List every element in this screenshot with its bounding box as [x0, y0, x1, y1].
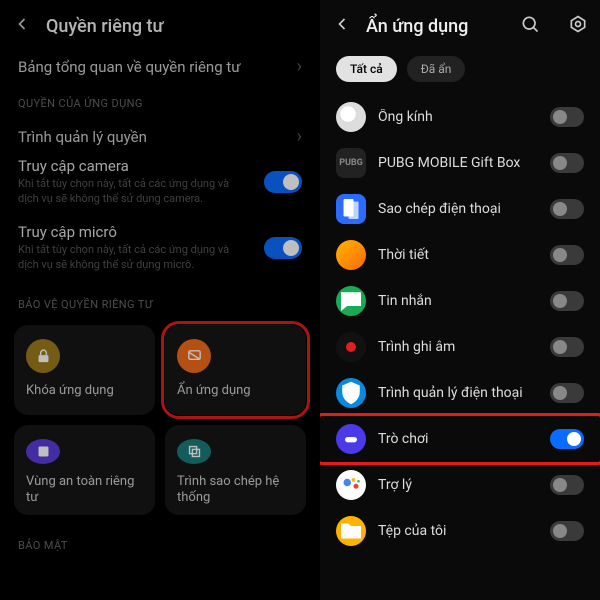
app-toggle[interactable] [550, 383, 584, 403]
app-row-messages: Tin nhắn [320, 278, 600, 324]
app-label: Thời tiết [378, 247, 538, 263]
filter-tabs: Tất cả Đã ẩn [320, 46, 600, 94]
app-toggle[interactable] [550, 475, 584, 495]
search-icon[interactable] [520, 14, 540, 38]
chevron-right-icon: › [297, 126, 302, 147]
app-label: PUBG MOBILE Gift Box [378, 155, 538, 171]
permission-manager-label: Trình quản lý quyền [18, 128, 147, 146]
assistant-icon [336, 470, 366, 500]
camera-access-title: Truy cập camera [18, 157, 248, 177]
app-row-pubg: PUBG PUBG MOBILE Gift Box [320, 140, 600, 186]
app-label: Tin nhắn [378, 293, 538, 309]
app-toggle[interactable] [550, 107, 584, 127]
chevron-right-icon: › [297, 56, 302, 77]
clone-icon [177, 439, 211, 464]
lock-icon [26, 339, 60, 373]
privacy-overview-row[interactable]: Bảng tổng quan về quyền riêng tư › [0, 46, 320, 81]
settings-icon[interactable] [568, 14, 588, 38]
section-privacy-protect: BẢO VỆ QUYỀN RIÊNG TƯ [0, 282, 320, 317]
phone-manager-icon [336, 378, 366, 408]
hide-icon [177, 339, 211, 373]
app-label: Sao chép điện thoại [378, 201, 538, 217]
hide-apps-panel: Ẩn ứng dụng Tất cả Đã ẩn Ống kính PUBG P… [320, 0, 600, 600]
app-toggle[interactable] [550, 429, 584, 449]
app-label: Trợ lý [378, 477, 538, 493]
privacy-cards-grid: Khóa ứng dụng Ẩn ứng dụng Vùng an toàn r… [0, 317, 320, 523]
app-label: Trình ghi âm [378, 339, 538, 355]
camera-toggle[interactable] [264, 171, 302, 193]
app-lock-card[interactable]: Khóa ứng dụng [14, 325, 155, 415]
app-lock-label: Khóa ứng dụng [26, 383, 143, 399]
recorder-icon [336, 332, 366, 362]
camera-access-desc: Khi tắt tùy chọn này, tất cả các ứng dụn… [18, 177, 248, 207]
app-row-my-files: Tệp của tôi [320, 508, 600, 554]
phone-clone-icon [336, 194, 366, 224]
privacy-settings-panel: Quyền riêng tư Bảng tổng quan về quyền r… [0, 0, 320, 600]
app-toggle[interactable] [550, 245, 584, 265]
hide-apps-card[interactable]: Ẩn ứng dụng [165, 325, 306, 415]
weather-icon [336, 240, 366, 270]
app-row-lens: Ống kính [320, 94, 600, 140]
safe-zone-card[interactable]: Vùng an toàn riêng tư [14, 425, 155, 515]
section-security: BẢO MẬT [0, 523, 320, 558]
safe-zone-label: Vùng an toàn riêng tư [26, 474, 143, 505]
app-label: Tệp của tôi [378, 523, 538, 539]
game-icon [336, 424, 366, 454]
app-toggle[interactable] [550, 199, 584, 219]
app-row-recorder: Trình ghi âm [320, 324, 600, 370]
camera-access-row[interactable]: Truy cập camera Khi tắt tùy chọn này, tấ… [0, 151, 320, 217]
app-toggle[interactable] [550, 337, 584, 357]
folder-icon [336, 516, 366, 546]
app-toggle[interactable] [550, 521, 584, 541]
safe-icon [26, 439, 60, 464]
app-label: Trình quản lý điện thoại [378, 385, 538, 401]
section-app-permissions: QUYỀN CỦA ỨNG DỤNG [0, 81, 320, 116]
system-clone-card[interactable]: Trình sao chép hệ thống [165, 425, 306, 515]
system-clone-label: Trình sao chép hệ thống [177, 474, 294, 505]
right-header: Ẩn ứng dụng [320, 0, 600, 46]
permission-manager-row[interactable]: Trình quản lý quyền › [0, 116, 320, 151]
tab-all[interactable]: Tất cả [336, 56, 397, 82]
mic-access-desc: Khi tắt tùy chọn này, tất cả các ứng dụn… [18, 243, 248, 273]
message-icon [336, 286, 366, 316]
app-row-phone-manager: Trình quản lý điện thoại [320, 370, 600, 416]
mic-toggle[interactable] [264, 237, 302, 259]
tab-hidden[interactable]: Đã ẩn [407, 56, 466, 82]
back-icon[interactable] [12, 14, 32, 38]
page-title: Ẩn ứng dụng [366, 16, 468, 37]
privacy-overview-label: Bảng tổng quan về quyền riêng tư [18, 58, 241, 76]
app-row-weather: Thời tiết [320, 232, 600, 278]
app-toggle[interactable] [550, 291, 584, 311]
page-title: Quyền riêng tư [46, 16, 164, 37]
app-row-assistant: Trợ lý [320, 462, 600, 508]
left-header: Quyền riêng tư [0, 0, 320, 46]
lens-icon [336, 102, 366, 132]
mic-access-title: Truy cập micrô [18, 223, 248, 243]
app-label: Trò chơi [378, 431, 538, 447]
back-icon[interactable] [332, 14, 352, 38]
hide-apps-label: Ẩn ứng dụng [177, 383, 294, 399]
app-row-games: Trò chơi [320, 416, 600, 462]
app-label: Ống kính [378, 109, 538, 125]
mic-access-row[interactable]: Truy cập micrô Khi tắt tùy chọn này, tất… [0, 217, 320, 283]
app-toggle[interactable] [550, 153, 584, 173]
app-row-phone-clone: Sao chép điện thoại [320, 186, 600, 232]
pubg-icon: PUBG [336, 148, 366, 178]
